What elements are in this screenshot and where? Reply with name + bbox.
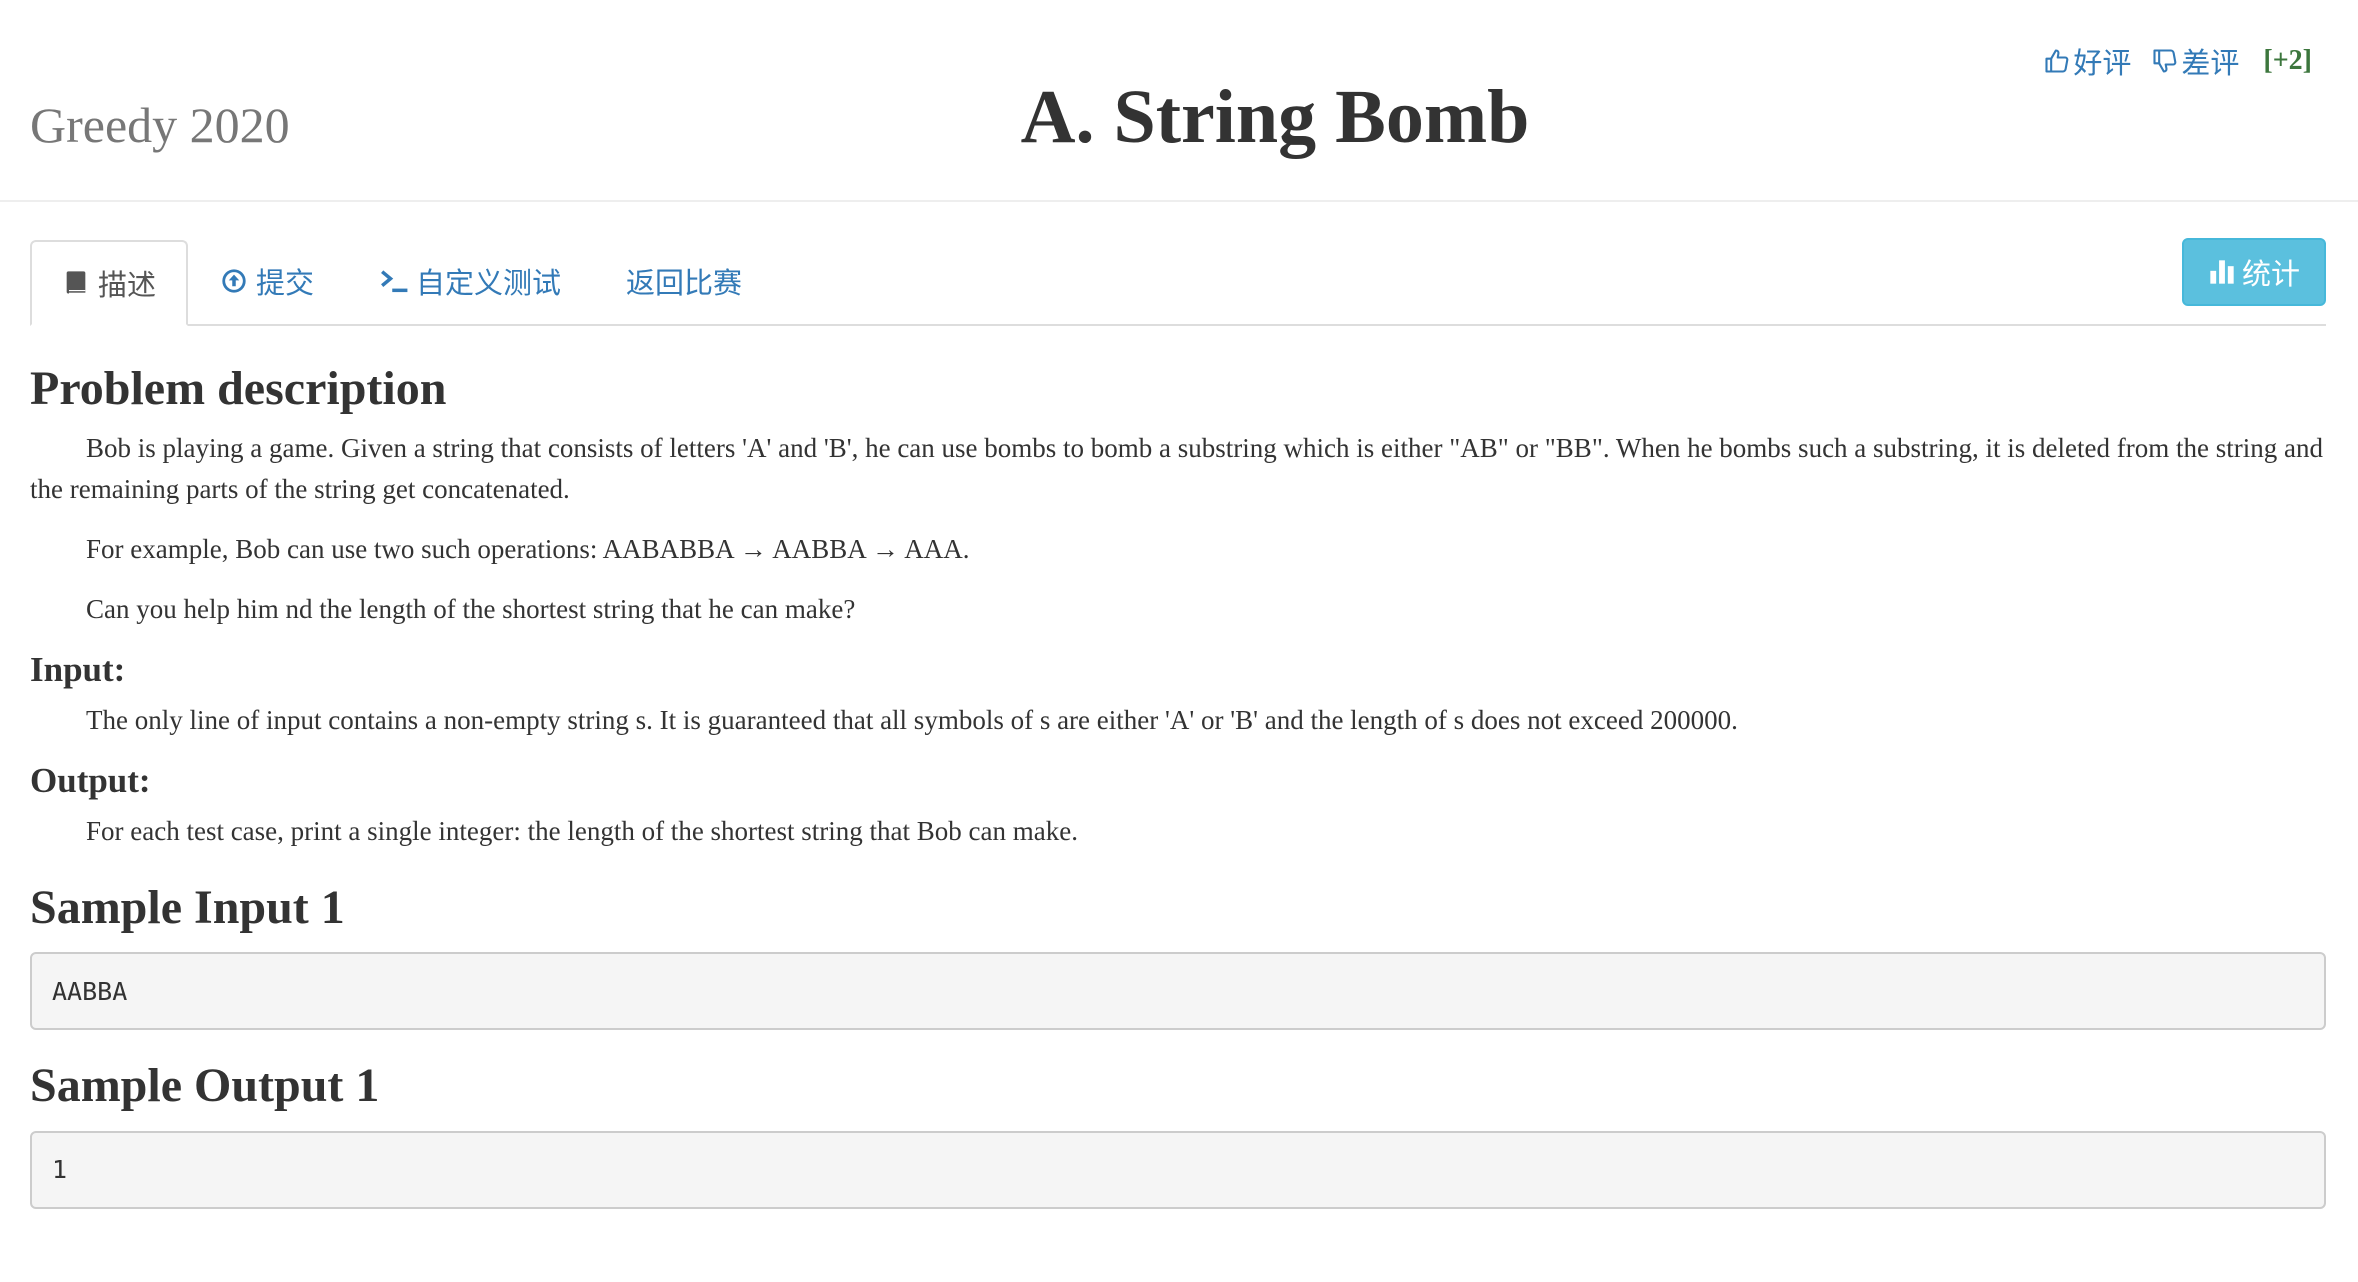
vote-score: [+2] xyxy=(2263,45,2312,76)
sample-output-box[interactable]: 1 xyxy=(30,1130,2326,1209)
output-description: For each test case, print a single integ… xyxy=(86,815,1078,846)
problem-title-wrap: A. String Bomb xyxy=(0,74,2358,161)
tab-label: 自定义测试 xyxy=(416,268,562,300)
bar-chart-icon xyxy=(2210,260,2234,284)
tab-label: 描述 xyxy=(98,270,157,302)
description-paragraph: Can you help him nd the length of the sh… xyxy=(86,593,856,624)
input-description: The only line of input contains a non-em… xyxy=(86,704,1738,735)
thumbs-up-icon xyxy=(2045,49,2069,73)
contest-name[interactable]: Greedy 2020 xyxy=(30,96,290,154)
problem-page: Greedy 2020 A. String Bomb 好评 差评 [+2] 描述… xyxy=(0,0,2358,1282)
output-heading: Output: xyxy=(30,760,151,800)
like-button[interactable]: 好评 xyxy=(2043,40,2131,82)
input-heading: Input: xyxy=(30,649,126,689)
problem-content: Problem description Bob is playing a gam… xyxy=(30,360,2326,1209)
description-paragraph: For example, Bob can use two such operat… xyxy=(86,533,970,564)
tab-label: 返回比赛 xyxy=(626,268,743,300)
stats-label: 统计 xyxy=(2241,259,2300,291)
sample-output-heading: Sample Output 1 xyxy=(30,1059,380,1113)
problem-tabs: 描述 提交 自定义测试 返回比赛 统计 xyxy=(30,238,2326,326)
thumbs-down-icon xyxy=(2153,49,2177,73)
problem-title: A. String Bomb xyxy=(1020,75,1530,159)
sample-input-box[interactable]: AABBA xyxy=(30,952,2326,1031)
vote-bar: 好评 差评 [+2] xyxy=(2043,40,2312,82)
terminal-icon xyxy=(381,270,408,293)
tab-label: 提交 xyxy=(256,268,315,300)
dislike-label: 差评 xyxy=(2181,48,2240,80)
header: Greedy 2020 A. String Bomb 好评 差评 [+2] xyxy=(0,0,2358,202)
stats-button[interactable]: 统计 xyxy=(2182,238,2326,306)
tab-submit[interactable]: 提交 xyxy=(220,240,314,322)
description-heading: Problem description xyxy=(30,362,447,415)
dislike-button[interactable]: 差评 xyxy=(2151,40,2239,82)
like-label: 好评 xyxy=(2073,48,2132,80)
tab-custom-test[interactable]: 自定义测试 xyxy=(380,240,561,322)
tab-description[interactable]: 描述 xyxy=(30,240,189,326)
book-icon xyxy=(66,271,86,295)
upload-circle-icon xyxy=(222,269,246,293)
sample-input-heading: Sample Input 1 xyxy=(30,880,345,934)
description-paragraph: Bob is playing a game. Given a string th… xyxy=(30,432,2323,504)
tab-back-to-contest[interactable]: 返回比赛 xyxy=(626,240,742,322)
